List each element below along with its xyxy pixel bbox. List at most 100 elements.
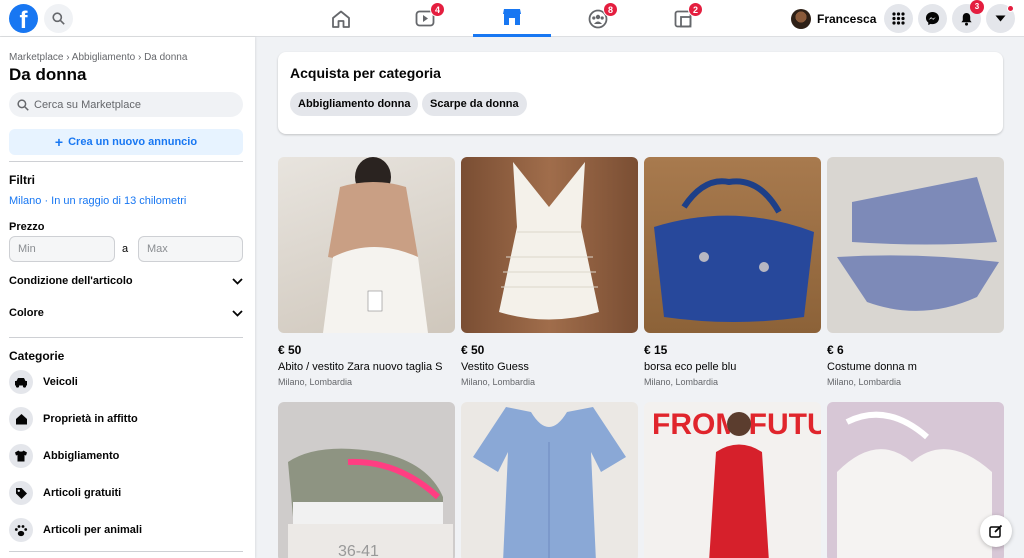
top-navigation-bar: f 4 8 2 Francesca 3 <box>0 0 1024 37</box>
listing-card[interactable]: € 50 Abito / vestito Zara nuovo taglia S… <box>278 157 455 387</box>
listing-photo <box>461 402 638 558</box>
listing-price: € 6 <box>827 343 844 357</box>
chip-womens-clothing[interactable]: Abbigliamento donna <box>290 92 419 116</box>
notifications-button[interactable]: 3 <box>952 0 984 33</box>
listing-location: Milano, Lombardia <box>461 377 536 387</box>
chip-womens-shoes[interactable]: Scarpe da donna <box>422 92 527 116</box>
listing-title: borsa eco pelle blu <box>644 361 737 373</box>
gaming-badge: 2 <box>688 2 703 17</box>
create-listing-label: Crea un nuovo annuncio <box>68 136 198 148</box>
plus-icon: + <box>54 134 64 150</box>
condition-filter[interactable]: Condizione dell'articolo <box>9 271 243 291</box>
listing-photo <box>827 402 1004 558</box>
shop-by-category-card: Acquista per categoria Abbigliamento don… <box>278 52 1003 134</box>
listing-photo <box>461 157 638 333</box>
category-label: Articoli gratuiti <box>43 487 122 499</box>
menu-button[interactable] <box>884 4 913 33</box>
category-clothing[interactable]: Abbigliamento <box>9 441 243 471</box>
listing-card[interactable]: € 15 borsa eco pelle blu Milano, Lombard… <box>644 157 821 387</box>
divider <box>9 551 243 552</box>
divider <box>9 161 243 162</box>
create-listing-button[interactable]: + Crea un nuovo annuncio <box>9 129 243 155</box>
marketplace-search[interactable] <box>9 92 243 117</box>
category-free[interactable]: Articoli gratuiti <box>9 478 243 508</box>
messenger-button[interactable] <box>918 4 947 33</box>
listing-card[interactable] <box>827 402 1004 558</box>
listing-card[interactable] <box>461 402 638 558</box>
search-icon <box>52 12 65 25</box>
home-icon <box>332 10 350 28</box>
avatar <box>791 8 811 29</box>
listing-price: € 15 <box>644 343 668 357</box>
listing-card[interactable]: 36-41 <box>278 402 455 558</box>
facebook-logo[interactable]: f <box>9 4 38 33</box>
listing-photo <box>644 157 821 333</box>
listing-title: Abito / vestito Zara nuovo taglia S <box>278 361 443 373</box>
nav-tab-watch[interactable]: 4 <box>386 0 464 37</box>
search-button[interactable] <box>44 4 73 33</box>
page-title: Da donna <box>9 65 87 84</box>
filters-heading: Filtri <box>9 173 35 187</box>
search-input[interactable] <box>34 98 234 111</box>
listing-photo: FROM FUTURE <box>644 402 821 558</box>
category-label: Proprietà in affitto <box>43 413 138 425</box>
notifications-badge: 3 <box>970 0 984 14</box>
profile-button[interactable]: Francesca <box>788 5 882 32</box>
category-label: Veicoli <box>43 376 78 388</box>
listing-location: Milano, Lombardia <box>827 377 902 387</box>
nav-tab-gaming[interactable]: 2 <box>644 0 722 37</box>
sidebar: Marketplace › Abbigliamento › Da donna D… <box>0 37 255 558</box>
new-message-button[interactable] <box>980 515 1012 547</box>
category-pets[interactable]: Articoli per animali <box>9 515 243 545</box>
listing-card[interactable]: FROM FUTURE <box>644 402 821 558</box>
category-label: Articoli per animali <box>43 524 143 536</box>
watch-badge: 4 <box>430 2 445 17</box>
paw-icon <box>9 518 33 542</box>
shop-by-category-title: Acquista per categoria <box>290 65 441 81</box>
listing-price: € 50 <box>278 343 302 357</box>
profile-name: Francesca <box>817 11 877 26</box>
house-icon <box>9 407 33 431</box>
chevron-down-icon <box>232 309 243 317</box>
listing-card[interactable]: € 50 Vestito Guess Milano, Lombardia <box>461 157 638 387</box>
listing-photo <box>278 157 455 333</box>
bell-icon <box>961 12 972 26</box>
listing-card[interactable]: € 6 Costume donna m Milano, Lombardia <box>827 157 1004 387</box>
chevron-down-icon <box>232 277 243 285</box>
tag-icon <box>9 481 33 505</box>
listing-location: Milano, Lombardia <box>278 377 353 387</box>
price-min-input[interactable] <box>9 236 115 262</box>
listing-photo: 36-41 <box>278 402 455 558</box>
shoe-box-size-text: 36-41 <box>338 543 379 558</box>
price-separator: a <box>122 243 129 255</box>
nav-tab-home[interactable] <box>302 0 380 37</box>
grid-menu-icon <box>892 12 905 25</box>
breadcrumb[interactable]: Marketplace › Abbigliamento › Da donna <box>9 52 187 63</box>
account-dot-badge <box>1007 5 1014 12</box>
location-filter-link[interactable]: Milano · In un raggio di 13 chilometri <box>9 195 186 207</box>
category-label: Abbigliamento <box>43 450 120 462</box>
compose-icon <box>989 524 1003 538</box>
listing-title: Vestito Guess <box>461 361 529 373</box>
shirt-icon <box>9 444 33 468</box>
nav-tab-groups[interactable]: 8 <box>559 0 637 37</box>
account-menu-button[interactable] <box>986 4 1015 33</box>
divider <box>9 337 243 338</box>
car-icon <box>9 370 33 394</box>
search-icon <box>17 98 29 111</box>
color-label: Colore <box>9 307 44 319</box>
color-filter[interactable]: Colore <box>9 303 243 323</box>
price-label: Prezzo <box>9 221 45 233</box>
groups-badge: 8 <box>603 2 618 17</box>
nav-tab-marketplace[interactable] <box>473 0 551 37</box>
listing-title: Costume donna m <box>827 361 917 373</box>
category-vehicles[interactable]: Veicoli <box>9 367 243 397</box>
price-max-input[interactable] <box>138 236 243 262</box>
category-rentals[interactable]: Proprietà in affitto <box>9 404 243 434</box>
categories-heading: Categorie <box>9 349 65 363</box>
messenger-icon <box>925 11 940 26</box>
marketplace-icon <box>503 9 521 25</box>
listing-price: € 50 <box>461 343 485 357</box>
condition-label: Condizione dell'articolo <box>9 275 133 287</box>
caret-down-icon <box>995 15 1006 22</box>
